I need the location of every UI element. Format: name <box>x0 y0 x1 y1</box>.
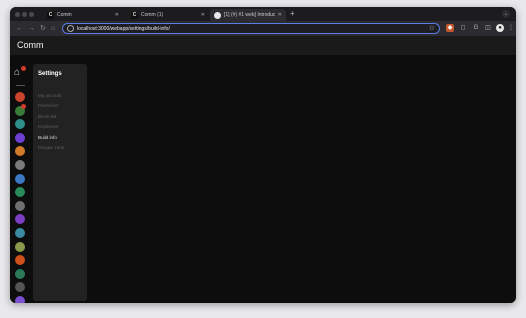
forward-arrow-icon[interactable]: → <box>28 24 35 33</box>
tab-search-chevron-icon[interactable]: ⌄ <box>502 10 510 18</box>
address-bar[interactable]: localhost:3000/webapp/settings/build-inf… <box>62 23 440 34</box>
community-avatar[interactable] <box>15 119 25 130</box>
bookmark-star-icon[interactable]: ☆ <box>429 24 435 33</box>
community-avatar[interactable] <box>15 200 25 211</box>
extension-icon[interactable]: ◆ <box>446 24 454 32</box>
community-avatar[interactable] <box>15 282 25 293</box>
tab-comm-1[interactable]: C Comm (1) ✕ <box>127 9 209 21</box>
community-avatar[interactable] <box>15 92 25 102</box>
tab-comm[interactable]: C Comm ✕ <box>43 9 123 21</box>
back-arrow-icon[interactable]: ← <box>16 24 23 33</box>
community-rail: ⌂ + <box>10 55 31 303</box>
reload-icon[interactable]: ↻ <box>40 24 46 33</box>
minimize-window-dot[interactable] <box>22 11 27 17</box>
close-icon[interactable]: ✕ <box>115 12 119 18</box>
settings-title: Settings <box>38 71 62 77</box>
community-avatar[interactable] <box>15 173 25 184</box>
github-icon <box>214 11 221 19</box>
menu-item-danger-zone[interactable]: Danger zone <box>38 145 64 150</box>
site-info-icon[interactable] <box>67 25 74 32</box>
notification-badge <box>21 66 26 71</box>
tab-title: [1] (#) #1 web] Introduce... <box>224 12 275 18</box>
menu-item-keyserver[interactable]: Keyserver <box>38 124 59 129</box>
menu-item-block-list[interactable]: Block list <box>38 114 56 119</box>
close-icon[interactable]: ✕ <box>201 12 205 18</box>
comm-favicon-icon: C <box>131 11 138 19</box>
community-avatar[interactable] <box>15 187 25 198</box>
community-avatar[interactable] <box>15 214 25 225</box>
menu-item-my-account[interactable]: My account <box>38 93 62 98</box>
menu-item-build-info[interactable]: Build info <box>38 135 57 140</box>
community-avatar[interactable] <box>15 241 25 252</box>
browser-toolbar: ← → ↻ ⌂ localhost:3000/webapp/settings/b… <box>10 21 516 36</box>
new-tab-button[interactable]: + <box>290 9 295 19</box>
extension-puzzle-icon[interactable]: ◻ <box>459 24 467 32</box>
tab-title: Comm (1) <box>141 12 164 18</box>
google-icon[interactable]: G <box>472 24 480 32</box>
comm-favicon-icon: C <box>47 11 54 19</box>
menu-item-friend-list[interactable]: Friend list <box>38 103 58 108</box>
community-avatar[interactable] <box>15 146 25 157</box>
app-header: Comm <box>10 36 516 55</box>
app-title: Comm <box>17 40 44 50</box>
app-area: Comm ⌂ + Settings My account Friend list… <box>10 36 516 303</box>
community-avatar[interactable] <box>15 228 25 238</box>
profile-avatar-icon[interactable]: ● <box>496 24 504 32</box>
close-window-dot[interactable] <box>15 11 20 17</box>
notification-badge <box>21 103 26 109</box>
settings-panel: Settings My account Friend list Block li… <box>33 64 87 301</box>
community-avatar[interactable] <box>15 268 25 279</box>
url-text: localhost:3000/webapp/settings/build-inf… <box>77 25 170 32</box>
browser-window: C Comm ✕ C Comm (1) ✕ [1] (#) #1 web] In… <box>10 7 516 303</box>
community-avatar[interactable] <box>15 255 25 266</box>
home-icon[interactable]: ⌂ <box>14 68 20 78</box>
community-avatar[interactable] <box>15 132 25 143</box>
rail-divider <box>16 85 25 86</box>
maximize-window-dot[interactable] <box>29 11 34 17</box>
close-icon[interactable]: ✕ <box>278 12 282 18</box>
community-avatar[interactable] <box>15 160 25 170</box>
tab-github[interactable]: [1] (#) #1 web] Introduce... ✕ <box>210 9 286 21</box>
community-avatar[interactable] <box>15 296 25 303</box>
side-panel-icon[interactable]: ◫ <box>484 24 492 32</box>
menu-kebab-icon[interactable]: ⋮ <box>507 24 515 32</box>
tab-strip: C Comm ✕ C Comm (1) ✕ [1] (#) #1 web] In… <box>10 7 516 21</box>
home-icon[interactable]: ⌂ <box>51 24 55 33</box>
tab-title: Comm <box>57 12 72 18</box>
